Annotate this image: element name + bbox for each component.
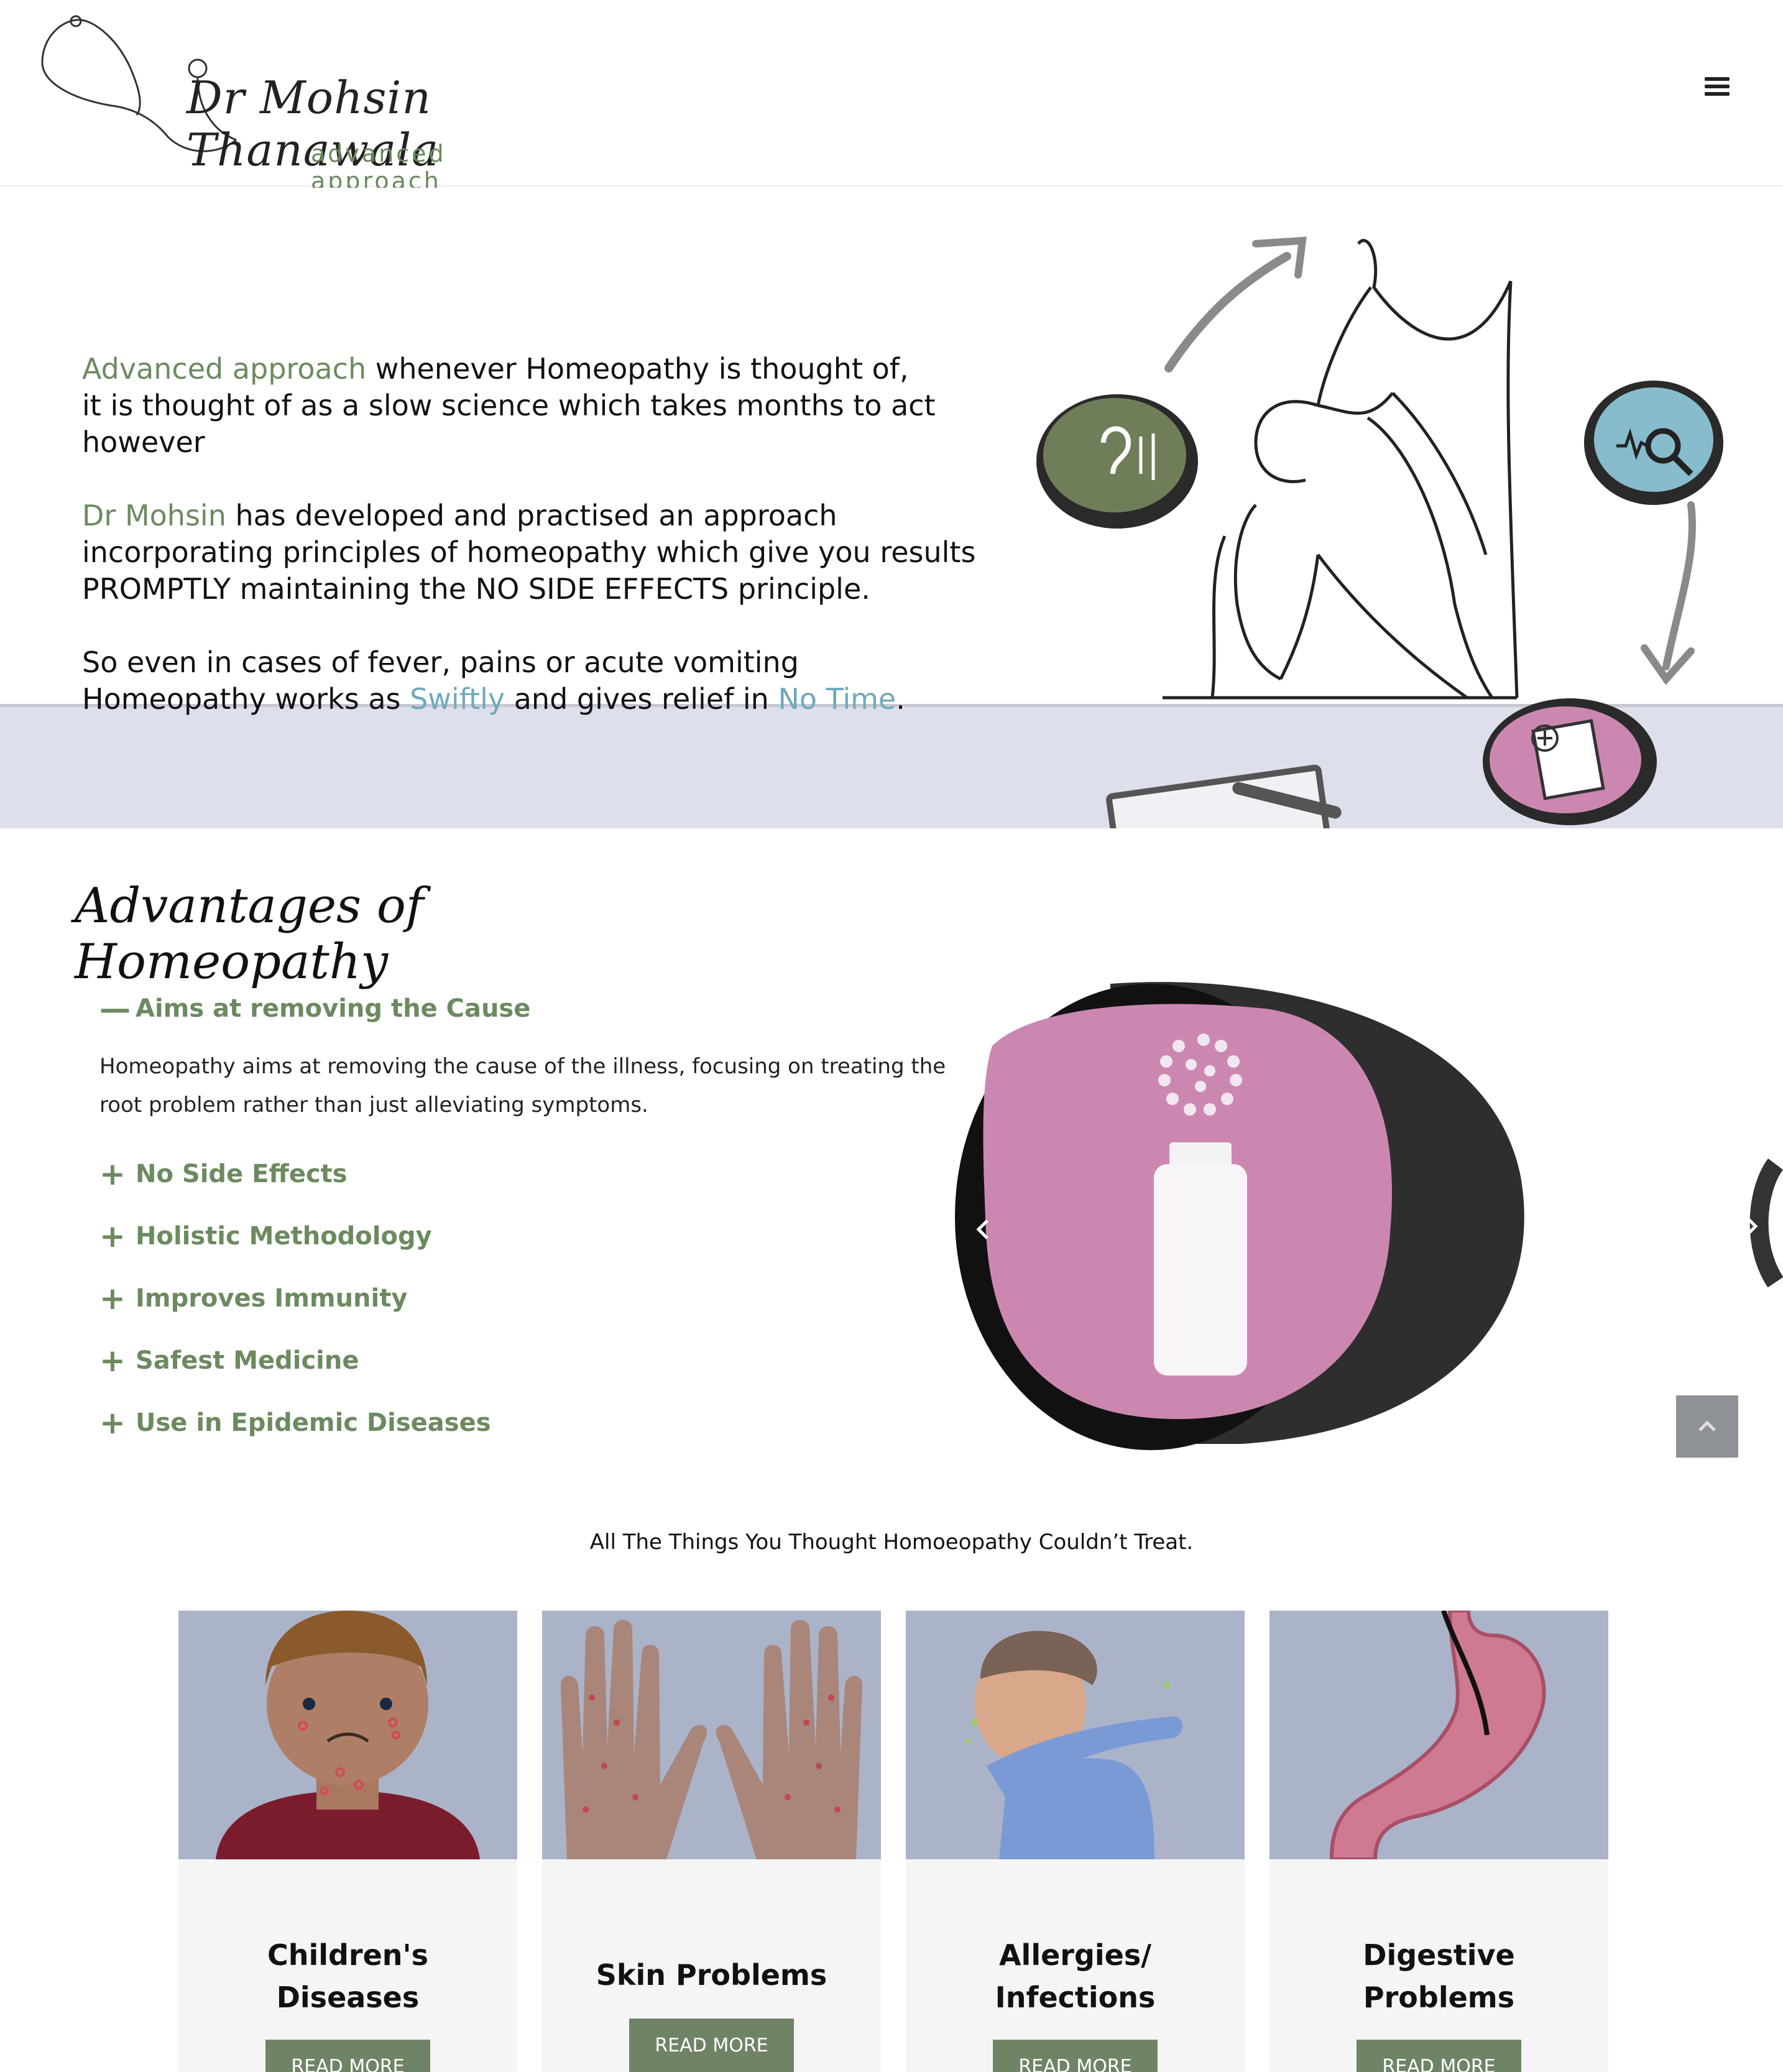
- hero-text-no-side-effects: NO SIDE EFFECTS: [475, 572, 729, 606]
- card-digestive-problems: Digestive Problems READ MORE: [1269, 1611, 1608, 2072]
- scroll-to-top-button[interactable]: [1676, 1395, 1738, 1458]
- treatment-cards: Children's Diseases READ MORE Skin Probl…: [178, 1611, 1608, 2072]
- hero-text-span: whenever Homeopathy is thought of,: [366, 352, 909, 386]
- hero-text-span: has developed and practised an approach: [226, 499, 837, 532]
- hamburger-menu-icon[interactable]: [1702, 73, 1732, 103]
- plus-icon: +: [99, 1156, 126, 1192]
- medicine-bottle-illustration: [955, 971, 1783, 1506]
- accordion-label: Aims at removing the Cause: [136, 994, 531, 1023]
- hero-highlight-swiftly: Swiftly: [410, 682, 505, 716]
- accordion-label: Holistic Methodology: [136, 1222, 432, 1251]
- card-skin-problems: Skin Problems READ MORE: [542, 1611, 881, 2072]
- hero-illustration: [1036, 236, 1723, 828]
- minus-icon: —: [99, 991, 131, 1027]
- hero-highlight-advanced: Advanced approach: [82, 352, 367, 386]
- hero-text: Advanced approach whenever Homeopathy is…: [82, 351, 1002, 754]
- hero-text-span: principle.: [729, 572, 870, 606]
- read-more-button[interactable]: READ MORE: [629, 2019, 794, 2072]
- card-title-line-1: Children's: [267, 1938, 429, 1972]
- hero-section: Advanced approach whenever Homeopathy is…: [0, 188, 1783, 828]
- hero-text-span: So even in cases of fever, pains or acut…: [82, 645, 799, 679]
- site-logo[interactable]: Dr Mohsin Thanawala advanced approach: [37, 12, 560, 195]
- site-header: Dr Mohsin Thanawala advanced approach: [0, 0, 1783, 195]
- treatments-heading: All The Things You Thought Homoeopathy C…: [589, 1530, 1194, 1555]
- accordion-item-aims[interactable]: — Aims at removing the Cause: [99, 978, 957, 1040]
- accordion-label: No Side Effects: [136, 1160, 348, 1188]
- read-more-button[interactable]: READ MORE: [265, 2040, 430, 2072]
- hero-paragraph-2: Dr Mohsin has developed and practised an…: [82, 497, 1002, 608]
- card-image: [178, 1611, 517, 1859]
- plus-icon: +: [99, 1343, 126, 1379]
- advantages-carousel: [955, 971, 1783, 1506]
- hero-highlight-no-time: No Time: [778, 682, 896, 716]
- read-more-button[interactable]: READ MORE: [1357, 2040, 1521, 2072]
- advantages-section: Advantages of Homeopathy — Aims at remov…: [0, 828, 1783, 1506]
- search-icon: [1594, 387, 1713, 492]
- card-childrens-diseases: Children's Diseases READ MORE: [178, 1611, 517, 2072]
- card-image: [906, 1611, 1245, 1859]
- hero-text-span: and gives relief in: [505, 682, 778, 716]
- accordion-item-no-side-effects[interactable]: + No Side Effects: [99, 1143, 957, 1205]
- read-more-button[interactable]: READ MORE: [993, 2040, 1158, 2072]
- hero-text-span: it is thought of as a slow science which…: [82, 389, 936, 459]
- stomach-illustration: [1329, 1611, 1546, 1859]
- hero-paragraph-1: Advanced approach whenever Homeopathy is…: [82, 351, 1002, 461]
- accordion-item-safest[interactable]: + Safest Medicine: [99, 1330, 957, 1392]
- card-title-line-1: Skin Problems: [596, 1958, 827, 1992]
- logo-tagline: advanced approach: [311, 140, 446, 195]
- child-rash-illustration: [216, 1611, 480, 1859]
- hero-highlight-doctor: Dr Mohsin: [82, 499, 226, 532]
- ear-icon: [1043, 398, 1186, 512]
- card-image: [542, 1611, 881, 1859]
- plus-icon: +: [99, 1280, 126, 1316]
- hands-rash-illustration: [561, 1620, 862, 1859]
- card-title-line-2: Problems: [1363, 1981, 1515, 2014]
- hero-text-span: maintaining the: [231, 572, 476, 606]
- hero-text-span: Homeopathy works as: [82, 682, 410, 716]
- card-title-line-1: Digestive: [1363, 1938, 1515, 1972]
- sneezing-boy-illustration: [965, 1630, 1182, 1859]
- card-image: [1269, 1611, 1608, 1859]
- hero-text-promptly: PROMPTLY: [82, 572, 231, 606]
- card-title-line-1: Allergies/: [998, 1938, 1152, 1972]
- accordion-label: Use in Epidemic Diseases: [136, 1408, 491, 1437]
- card-allergies-infections: Allergies/ Infections READ MORE: [906, 1611, 1245, 2072]
- carousel-prev-arrow-icon[interactable]: [965, 1211, 1002, 1248]
- card-title-line-2: Diseases: [276, 1981, 420, 2014]
- hero-paragraph-3: So even in cases of fever, pains or acut…: [82, 644, 1002, 718]
- card-title-line-2: Infections: [995, 1981, 1156, 2014]
- plus-icon: +: [99, 1218, 126, 1254]
- accordion-body: Homeopathy aims at removing the cause of…: [99, 1054, 946, 1117]
- accordion-label: Improves Immunity: [136, 1284, 408, 1313]
- hero-text-span: .: [896, 682, 905, 716]
- advantages-title: Advantages of Homeopathy: [75, 878, 424, 990]
- accordion-item-holistic[interactable]: + Holistic Methodology: [99, 1205, 957, 1267]
- accordion-label: Safest Medicine: [136, 1346, 359, 1375]
- hero-text-span: incorporating principles of homeopathy w…: [82, 535, 976, 569]
- chevron-up-icon: [1698, 1420, 1716, 1431]
- accordion-item-epidemic[interactable]: + Use in Epidemic Diseases: [99, 1392, 957, 1454]
- plus-icon: +: [99, 1405, 126, 1441]
- advantages-accordion: — Aims at removing the Cause Homeopathy …: [99, 978, 957, 1454]
- carousel-next-arrow-icon[interactable]: [1732, 1208, 1769, 1245]
- accordion-item-immunity[interactable]: + Improves Immunity: [99, 1267, 957, 1330]
